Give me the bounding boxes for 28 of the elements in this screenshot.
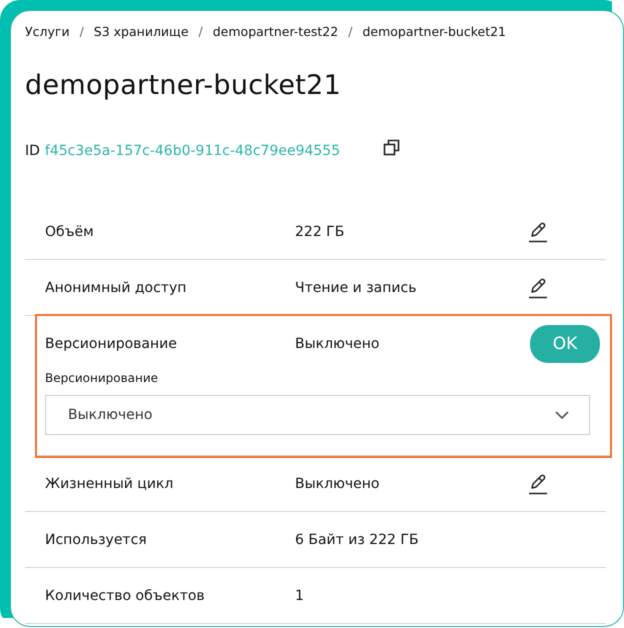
property-label: Версионирование <box>45 336 178 352</box>
property-value: 1 <box>295 588 305 604</box>
breadcrumb-link[interactable]: demopartner-test22 <box>212 24 338 38</box>
copy-icon[interactable] <box>383 139 402 157</box>
chevron-down-icon <box>555 411 569 419</box>
breadcrumb-link[interactable]: S3 хранилище <box>94 24 189 38</box>
page-title: demopartner-bucket21 <box>25 70 342 101</box>
id-label: ID <box>25 143 40 159</box>
property-value: Выключено <box>295 476 380 492</box>
edit-icon[interactable] <box>528 220 548 242</box>
property-label: Количество объектов <box>45 588 206 604</box>
versioning-dropdown[interactable]: Выключено <box>45 395 590 435</box>
property-label: Объём <box>45 224 95 240</box>
property-value: Выключено <box>295 336 380 352</box>
property-label: Жизненный цикл <box>45 476 174 492</box>
edit-icon[interactable] <box>528 276 548 298</box>
field-label: Версионирование <box>45 371 160 385</box>
breadcrumb-separator: / <box>198 24 203 38</box>
property-label: Используется <box>45 532 148 548</box>
property-label: Анонимный доступ <box>45 280 188 296</box>
edit-icon[interactable] <box>528 472 548 494</box>
property-value: Чтение и запись <box>295 280 418 296</box>
breadcrumb-separator: / <box>80 24 84 38</box>
breadcrumb-link[interactable]: demopartner-bucket21 <box>362 24 506 38</box>
breadcrumb-separator: / <box>348 24 352 38</box>
property-value: 222 ГБ <box>295 224 346 240</box>
breadcrumb-link[interactable]: Услуги <box>25 24 70 38</box>
property-value: 6 Байт из 222 ГБ <box>295 532 420 548</box>
